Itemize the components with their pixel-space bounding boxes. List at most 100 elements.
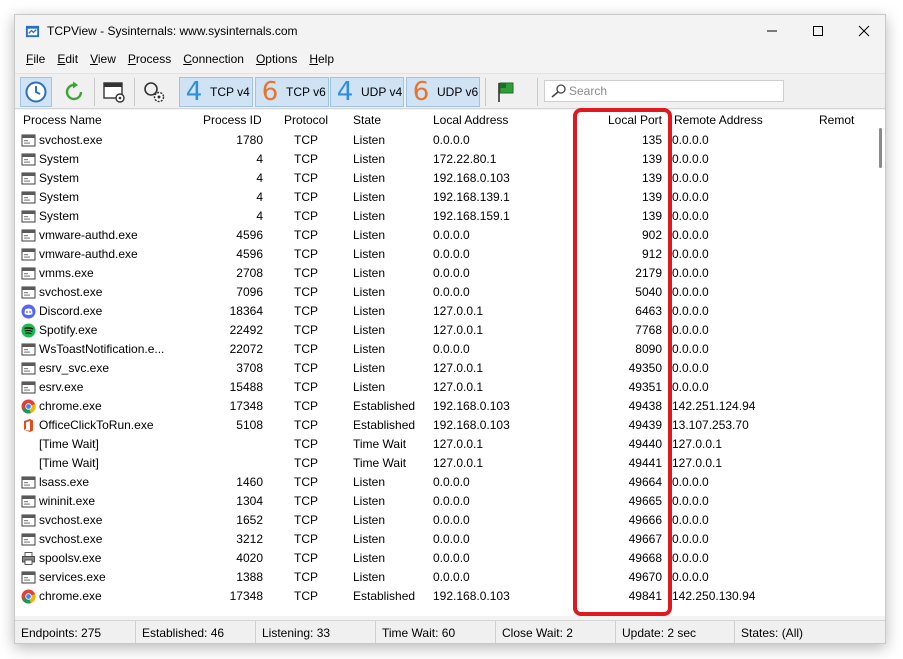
cell-process-name: Discord.exe <box>39 304 103 318</box>
cell-local-port: 5040 <box>635 285 662 299</box>
cell-protocol: TCP <box>294 494 318 508</box>
cell-protocol: TCP <box>294 418 318 432</box>
cell-local-port: 912 <box>641 247 662 261</box>
cell-local-port: 49441 <box>628 456 662 470</box>
column-header-remote-port[interactable]: Remot <box>819 110 871 130</box>
ip-version-number-icon: 6 <box>412 77 430 107</box>
menu-options[interactable]: Options <box>250 49 303 71</box>
table-row[interactable]: lsass.exe 1460 TCP Listen 0.0.0.0 49664 0.0.0.… <box>15 473 875 492</box>
cell-protocol: TCP <box>294 285 318 299</box>
column-header-process-name[interactable]: Process Name <box>23 110 102 130</box>
cell-process-name: vmware-authd.exe <box>39 247 138 261</box>
cell-state: Listen <box>353 266 386 280</box>
menu-view[interactable]: View <box>84 49 122 71</box>
table-row[interactable]: System 4 TCP Listen 172.22.80.1 139 0.0.0.0 <box>15 150 875 169</box>
cell-process-name: services.exe <box>39 570 106 584</box>
tcpview-window: TCPView - Sysinternals: www.sysinternals… <box>14 14 886 644</box>
cell-local-address: 172.22.80.1 <box>433 152 497 166</box>
table-row[interactable]: chrome.exe 17348 TCP Established 192.168.0.1… <box>15 587 875 606</box>
table-row[interactable]: esrv.exe 15488 TCP Listen 127.0.0.1 49351 0.0.… <box>15 378 875 397</box>
cell-process-id: 4 <box>256 171 263 185</box>
cell-process-id: 17348 <box>229 589 263 603</box>
column-header-state[interactable]: State <box>353 110 381 130</box>
options-window-button[interactable] <box>99 77 129 107</box>
cell-local-address: 0.0.0.0 <box>433 285 470 299</box>
tcpview-app-icon <box>25 25 40 38</box>
menu-process[interactable]: Process <box>122 49 177 71</box>
window-app-icon <box>21 228 36 243</box>
table-row[interactable]: System 4 TCP Listen 192.168.0.103 139 0.0.0.0 <box>15 169 875 188</box>
table-row[interactable]: vmware-authd.exe 4596 TCP Listen 0.0.0.0 912 0… <box>15 245 875 264</box>
table-row[interactable]: services.exe 1388 TCP Listen 0.0.0.0 49670 0.0… <box>15 568 875 587</box>
table-row[interactable]: svchost.exe 1780 TCP Listen 0.0.0.0 135 0.0.0.… <box>15 131 875 150</box>
cell-local-port: 139 <box>641 209 662 223</box>
menu-connection[interactable]: Connection <box>177 49 250 71</box>
cell-remote-address: 0.0.0.0 <box>672 228 709 242</box>
column-header-local-address[interactable]: Local Address <box>433 110 508 130</box>
filter-label: TCP v6 <box>286 85 326 99</box>
cell-protocol: TCP <box>294 437 318 451</box>
vertical-scrollbar[interactable] <box>875 110 885 616</box>
table-row[interactable]: svchost.exe 1652 TCP Listen 0.0.0.0 49666 0.0.… <box>15 511 875 530</box>
cell-state: Listen <box>353 209 386 223</box>
resolve-addresses-button[interactable] <box>139 77 169 107</box>
cell-local-port: 49665 <box>628 494 662 508</box>
cell-protocol: TCP <box>294 247 318 261</box>
cell-protocol: TCP <box>294 152 318 166</box>
table-row[interactable]: wininit.exe 1304 TCP Listen 0.0.0.0 49665 0.0.… <box>15 492 875 511</box>
table-row[interactable]: svchost.exe 7096 TCP Listen 0.0.0.0 5040 0.0.0… <box>15 283 875 302</box>
cell-state: Listen <box>353 323 386 337</box>
menu-bar: File Edit View Process Connection Options Help <box>15 49 885 71</box>
cell-process-name: Spotify.exe <box>39 323 98 337</box>
table-row[interactable]: WsToastNotification.e... 22072 TCP Listen 0.… <box>15 340 875 359</box>
cell-protocol: TCP <box>294 399 318 413</box>
table-row[interactable]: System 4 TCP Listen 192.168.139.1 139 0.0.0.0 <box>15 188 875 207</box>
filter-udp-v4-button[interactable]: 4 UDP v4 <box>330 77 404 107</box>
column-header-process-id[interactable]: Process ID <box>203 110 262 130</box>
menu-file[interactable]: File <box>20 49 51 71</box>
cell-local-address: 127.0.0.1 <box>433 380 484 394</box>
flag-button[interactable] <box>491 77 521 107</box>
cell-process-id: 3212 <box>236 532 263 546</box>
minimize-button[interactable] <box>749 15 795 47</box>
cell-process-id: 1304 <box>236 494 263 508</box>
filter-tcp-v6-button[interactable]: 6 TCP v6 <box>255 77 329 107</box>
title-bar[interactable]: TCPView - Sysinternals: www.sysinternals… <box>15 15 885 47</box>
maximize-button[interactable] <box>795 15 841 47</box>
table-row[interactable]: [Time Wait] TCP Time Wait 127.0.0.1 49441 127… <box>15 454 875 473</box>
column-header-protocol[interactable]: Protocol <box>284 110 328 130</box>
menu-edit[interactable]: Edit <box>51 49 84 71</box>
pause-refresh-button[interactable] <box>20 77 52 107</box>
column-header-local-port[interactable]: Local Port <box>575 110 662 130</box>
window-app-icon <box>21 342 36 357</box>
window-app-icon <box>21 475 36 490</box>
table-row[interactable]: Discord.exe 18364 TCP Listen 127.0.0.1 6463 0.… <box>15 302 875 321</box>
menu-help[interactable]: Help <box>303 49 340 71</box>
close-button[interactable] <box>841 15 885 47</box>
scrollbar-thumb[interactable] <box>879 128 882 168</box>
cell-local-address: 127.0.0.1 <box>433 456 484 470</box>
table-row[interactable]: vmware-authd.exe 4596 TCP Listen 0.0.0.0 902 0… <box>15 226 875 245</box>
refresh-button[interactable] <box>59 77 89 107</box>
cell-process-name: wininit.exe <box>39 494 96 508</box>
search-input[interactable] <box>569 84 769 98</box>
cell-state: Listen <box>353 228 386 242</box>
table-row[interactable]: [Time Wait] TCP Time Wait 127.0.0.1 49440 127… <box>15 435 875 454</box>
table-row[interactable]: OfficeClickToRun.exe 5108 TCP Established 19… <box>15 416 875 435</box>
table-row[interactable]: vmms.exe 2708 TCP Listen 0.0.0.0 2179 0.0.0.0 <box>15 264 875 283</box>
table-row[interactable]: spoolsv.exe 4020 TCP Listen 0.0.0.0 49668 0.0.… <box>15 549 875 568</box>
filter-tcp-v4-button[interactable]: 4 TCP v4 <box>179 77 253 107</box>
table-row[interactable]: System 4 TCP Listen 192.168.159.1 139 0.0.0.0 <box>15 207 875 226</box>
table-row[interactable]: esrv_svc.exe 3708 TCP Listen 127.0.0.1 49350 0… <box>15 359 875 378</box>
table-row[interactable]: svchost.exe 3212 TCP Listen 0.0.0.0 49667 0.0.… <box>15 530 875 549</box>
search-box[interactable] <box>544 80 784 102</box>
cell-process-id <box>185 454 263 473</box>
gear-search-icon <box>144 82 165 103</box>
table-row[interactable]: Spotify.exe 22492 TCP Listen 127.0.0.1 7768 0.… <box>15 321 875 340</box>
cell-protocol: TCP <box>294 190 318 204</box>
table-row[interactable]: chrome.exe 17348 TCP Established 192.168.0.1… <box>15 397 875 416</box>
column-header-remote-address[interactable]: Remote Address <box>674 110 763 130</box>
window-app-icon <box>21 190 36 205</box>
ip-version-number-icon: 4 <box>185 77 203 107</box>
filter-udp-v6-button[interactable]: 6 UDP v6 <box>406 77 480 107</box>
